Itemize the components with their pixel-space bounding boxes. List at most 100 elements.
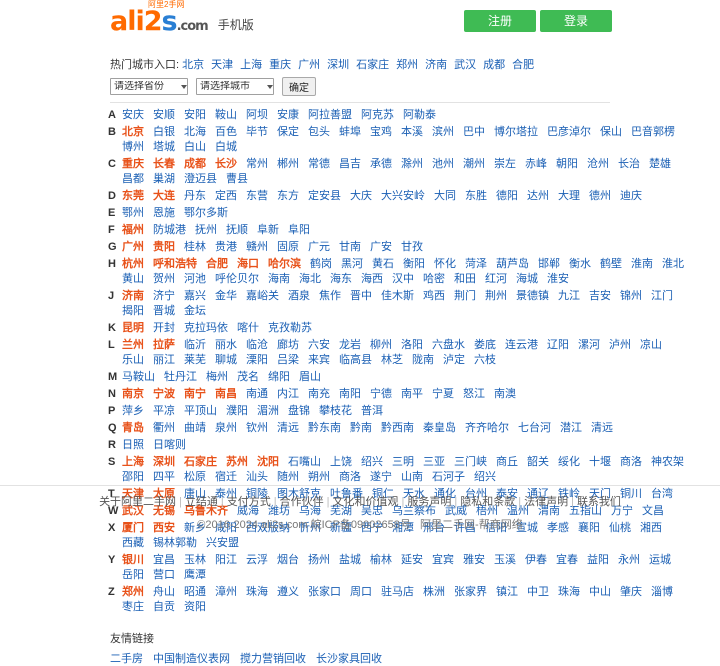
city-link[interactable]: 南澳 [494,388,516,400]
city-link[interactable]: 济宁 [153,290,175,302]
city-link[interactable]: 潮州 [463,158,485,170]
city-link[interactable]: 贺州 [153,273,175,285]
city-link[interactable]: 德州 [589,190,611,202]
city-link[interactable]: 秦皇岛 [423,422,456,434]
city-link[interactable]: 南阳 [339,388,361,400]
city-link[interactable]: 海南 [268,273,290,285]
hot-city-link-10[interactable]: 成都 [483,59,505,71]
friend-link-2[interactable]: 搅力营销回收 [240,653,306,665]
city-link[interactable]: 南宁 [184,388,206,400]
city-link[interactable]: 巴音郭楞 [631,126,675,138]
city-link[interactable]: 海北 [299,273,321,285]
city-link[interactable]: 阜阳 [288,224,310,236]
city-link[interactable]: 七台河 [518,422,551,434]
city-link[interactable]: 十堰 [589,456,611,468]
city-link[interactable]: 神农架 [651,456,684,468]
city-link[interactable]: 楚雄 [649,158,671,170]
city-link[interactable]: 乐山 [122,354,144,366]
city-link[interactable]: 海口 [237,258,259,270]
city-link[interactable]: 平顶山 [184,405,217,417]
city-link[interactable]: 桂林 [184,241,206,253]
city-link[interactable]: 郑州 [122,586,144,598]
city-link[interactable]: 宝鸡 [370,126,392,138]
city-link[interactable]: 沈阳 [257,456,279,468]
city-link[interactable]: 鄂尔多斯 [184,207,228,219]
city-link[interactable]: 平凉 [153,405,175,417]
city-link[interactable]: 鄂州 [122,207,144,219]
city-link[interactable]: 梅州 [206,371,228,383]
city-link[interactable]: 榆林 [370,554,392,566]
city-link[interactable]: 泉州 [215,422,237,434]
city-link[interactable]: 莱芜 [184,354,206,366]
city-link[interactable]: 商洛 [620,456,642,468]
city-link[interactable]: 南平 [401,388,423,400]
city-link[interactable]: 喀什 [237,322,259,334]
city-link[interactable]: 朝阳 [556,158,578,170]
city-link[interactable]: 拉萨 [153,339,175,351]
city-link[interactable]: 鞍山 [215,109,237,121]
city-link[interactable]: 淮北 [662,258,684,270]
city-link[interactable]: 澄迈县 [184,173,217,185]
city-link[interactable]: 普洱 [361,405,383,417]
city-link[interactable]: 克拉玛依 [184,322,228,334]
city-link[interactable]: 甘孜 [401,241,423,253]
city-link[interactable]: 黑河 [341,258,363,270]
city-link[interactable]: 昌吉 [339,158,361,170]
footer-link-1[interactable]: 立结通 [185,496,218,508]
city-link[interactable]: 长沙 [215,158,237,170]
city-link[interactable]: 资阳 [184,601,206,613]
city-link[interactable]: 辽阳 [547,339,569,351]
city-link[interactable]: 云浮 [246,554,268,566]
city-link[interactable]: 绍兴 [474,471,496,483]
city-link[interactable]: 揭阳 [122,305,144,317]
city-link[interactable]: 滁州 [401,158,423,170]
city-link[interactable]: 固原 [277,241,299,253]
city-link[interactable]: 海城 [516,273,538,285]
city-link[interactable]: 益阳 [587,554,609,566]
city-link[interactable]: 三明 [392,456,414,468]
city-link[interactable]: 博州 [122,141,144,153]
city-link[interactable]: 三亚 [423,456,445,468]
city-link[interactable]: 景德镇 [516,290,549,302]
city-link[interactable]: 毕节 [246,126,268,138]
city-link[interactable]: 濮阳 [226,405,248,417]
logo[interactable]: 阿里2手网 ali2s.com 手机版 [110,0,254,35]
city-link[interactable]: 焦作 [319,290,341,302]
city-link[interactable]: 济南 [122,290,144,302]
city-link[interactable]: 北海 [184,126,206,138]
city-link[interactable]: 保定 [277,126,299,138]
city-link[interactable]: 南充 [308,388,330,400]
city-link[interactable]: 大庆 [350,190,372,202]
city-link[interactable]: 宿迁 [215,471,237,483]
city-link[interactable]: 洛阳 [401,339,423,351]
city-link[interactable]: 邵阳 [122,471,144,483]
city-link[interactable]: 哈尔滨 [268,258,301,270]
city-link[interactable]: 绍兴 [361,456,383,468]
city-link[interactable]: 白银 [153,126,175,138]
footer-link-3[interactable]: 合作伙伴 [280,496,324,508]
city-link[interactable]: 衢州 [153,422,175,434]
hot-city-link-8[interactable]: 济南 [425,59,447,71]
city-link[interactable]: 珠海 [246,586,268,598]
city-link[interactable]: 塔城 [153,141,175,153]
city-link[interactable]: 海东 [330,273,352,285]
city-link[interactable]: 葫芦岛 [496,258,529,270]
city-link[interactable]: 齐齐哈尔 [465,422,509,434]
city-link[interactable]: 鸡西 [423,290,445,302]
city-link[interactable]: 深圳 [153,456,175,468]
city-link[interactable]: 郴州 [277,158,299,170]
city-link[interactable]: 大理 [558,190,580,202]
city-link[interactable]: 眉山 [299,371,321,383]
city-link[interactable]: 驻马店 [381,586,414,598]
city-link[interactable]: 兰州 [122,339,144,351]
city-link[interactable]: 巴彦淖尔 [547,126,591,138]
city-link[interactable]: 泸州 [609,339,631,351]
city-link[interactable]: 廊坊 [277,339,299,351]
city-link[interactable]: 朔州 [308,471,330,483]
city-link[interactable]: 开封 [153,322,175,334]
city-link[interactable]: 石河子 [432,471,465,483]
city-link[interactable]: 烟台 [277,554,299,566]
city-link[interactable]: 肇庆 [620,586,642,598]
city-link[interactable]: 常德 [308,158,330,170]
city-link[interactable]: 合肥 [206,258,228,270]
